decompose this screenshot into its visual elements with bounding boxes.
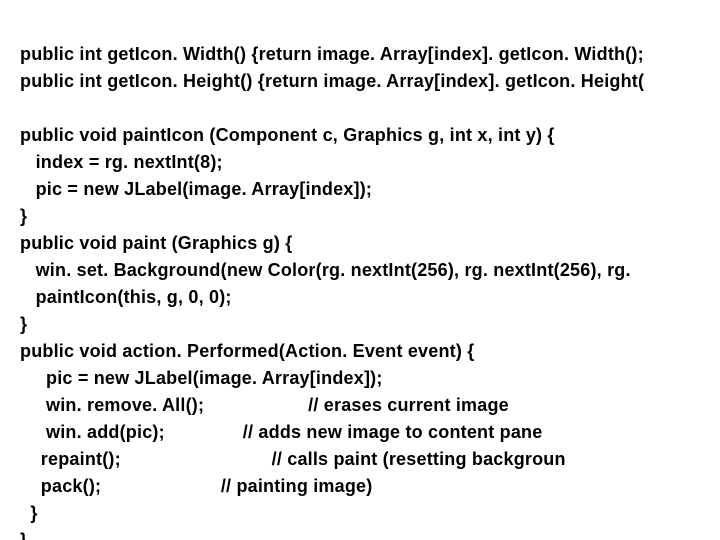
code-line: pic = new JLabel(image. Array[index]); [20,368,383,388]
code-line: pack(); // painting image) [20,476,372,496]
code-line: public void paint (Graphics g) { [20,233,292,253]
code-line: } [20,530,27,540]
code-line: public int getIcon. Height() {return ima… [20,71,644,91]
code-line: public void paintIcon (Component c, Grap… [20,125,555,145]
code-line: } [20,314,27,334]
code-line: win. add(pic); // adds new image to cont… [20,422,542,442]
code-line: } [20,503,38,523]
code-line: win. remove. All(); // erases current im… [20,395,509,415]
code-line: pic = new JLabel(image. Array[index]); [20,179,372,199]
code-line: win. set. Background(new Color(rg. nextI… [20,260,631,280]
code-line: repaint(); // calls paint (resetting bac… [20,449,566,469]
code-line: index = rg. nextInt(8); [20,152,223,172]
code-line: } [20,206,27,226]
code-line: public int getIcon. Width() {return imag… [20,44,644,64]
code-line: paintIcon(this, g, 0, 0); [20,287,232,307]
code-snippet: public int getIcon. Width() {return imag… [0,0,720,540]
code-line: public void action. Performed(Action. Ev… [20,341,474,361]
